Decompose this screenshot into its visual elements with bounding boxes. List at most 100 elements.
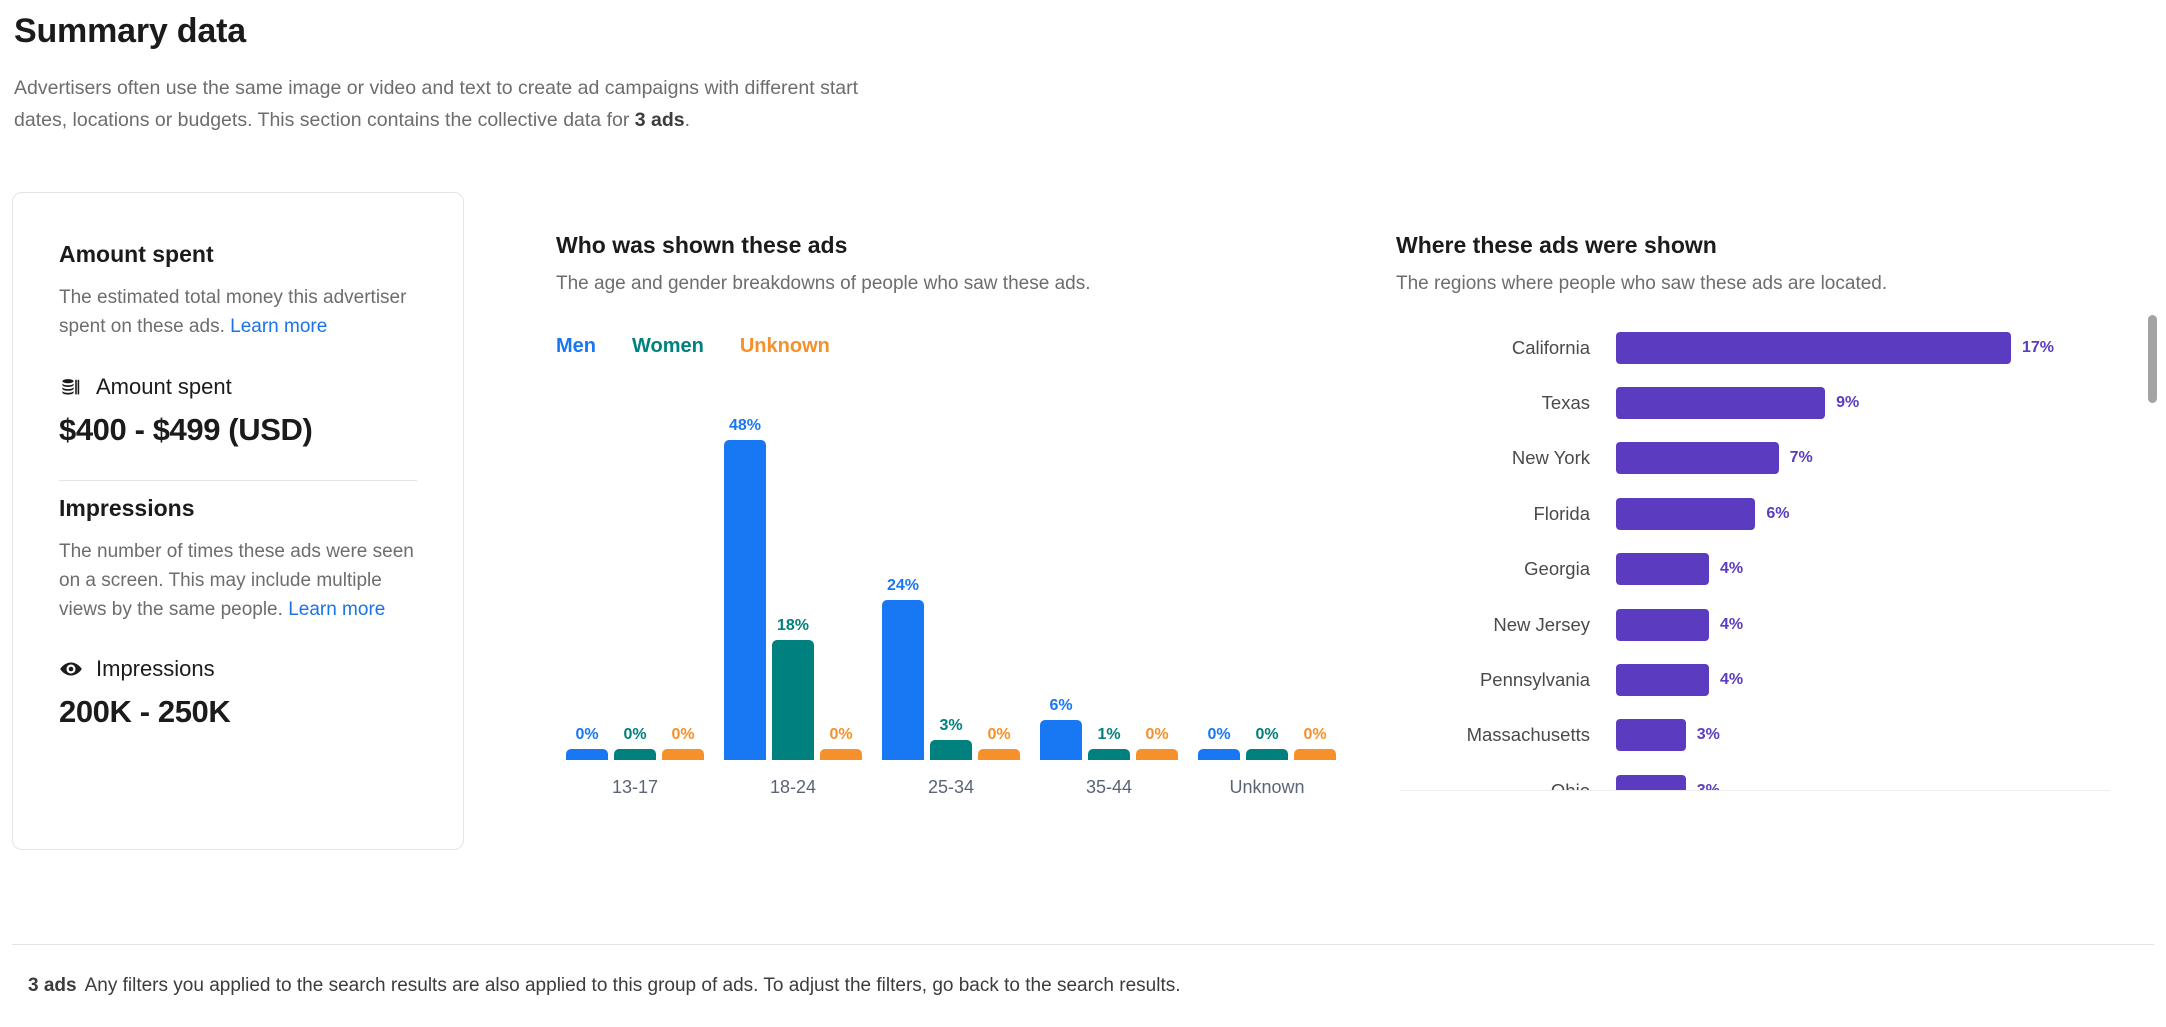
regions-scrollbar-thumb[interactable]: [2148, 315, 2157, 403]
bar-rect[interactable]: [662, 749, 704, 760]
region-percent: 9%: [1836, 394, 1860, 412]
audience-heading: Who was shown these ads: [556, 232, 848, 258]
bar-rect[interactable]: [614, 749, 656, 760]
bar-value-label: 0%: [1303, 726, 1327, 743]
region-row[interactable]: Texas 9%: [1396, 375, 2152, 430]
coins-icon: [59, 375, 83, 399]
bar-rect[interactable]: [978, 749, 1020, 760]
bar-men-18-24[interactable]: 48%: [724, 380, 766, 760]
bar-rect[interactable]: [882, 600, 924, 760]
region-bar[interactable]: [1616, 442, 1779, 475]
region-row[interactable]: Georgia 4%: [1396, 542, 2152, 597]
region-percent: 3%: [1696, 726, 1720, 744]
region-row[interactable]: Ohio 3%: [1396, 763, 2152, 790]
region-row[interactable]: Massachusetts 3%: [1396, 708, 2152, 763]
page-header: Summary data Advertisers often use the s…: [14, 12, 1014, 136]
region-row[interactable]: New Jersey 4%: [1396, 597, 2152, 652]
bar-men-25-34[interactable]: 24%: [882, 380, 924, 760]
bar-value-label: 0%: [1207, 726, 1231, 743]
amount-spent-description: The estimated total money this advertise…: [59, 284, 417, 342]
age-tick-13-17: 13-17: [611, 777, 659, 797]
region-name: Pennsylvania: [1479, 669, 1590, 691]
age-gender-bar-chart: 0% 0% 0% 48% 18% 0% 24% 3% 0% 6% 1% 0% 0% 0% 0% 13-17 1…: [556, 380, 1346, 800]
legend-item-men[interactable]: Men: [556, 335, 596, 358]
bar-rect[interactable]: [1294, 749, 1336, 760]
bar-rect[interactable]: [1088, 749, 1130, 760]
bar-group-35-44: 6% 1% 0%: [1030, 380, 1188, 760]
region-percent: 7%: [1789, 449, 1813, 467]
region-bar[interactable]: [1616, 387, 1826, 420]
region-percent: 17%: [2022, 338, 2055, 356]
age-tick-25-34: 25-34: [927, 777, 975, 797]
region-bar[interactable]: [1616, 608, 1709, 641]
bar-value-label: 0%: [829, 726, 853, 743]
region-bar[interactable]: [1616, 553, 1709, 586]
footer-note: Any filters you applied to the search re…: [84, 975, 1181, 996]
region-bar[interactable]: [1616, 719, 1686, 752]
impressions-learn-more-link[interactable]: Learn more: [288, 599, 385, 620]
region-bar[interactable]: [1616, 664, 1709, 697]
page-title: Summary data: [14, 12, 246, 50]
bar-unknown-35-44[interactable]: 0%: [1136, 380, 1178, 760]
bar-rect[interactable]: [1040, 720, 1082, 760]
page-description-text-1: Advertisers often use the same image or …: [14, 77, 859, 131]
region-row[interactable]: New York 7%: [1396, 431, 2152, 486]
impressions-metric-row: Impressions: [59, 656, 417, 682]
amount-spent-learn-more-link[interactable]: Learn more: [230, 316, 327, 337]
bar-rect[interactable]: [566, 749, 608, 760]
bar-value-label: 0%: [671, 726, 695, 743]
bar-value-label: 48%: [728, 417, 762, 434]
region-name: New York: [1511, 447, 1590, 469]
regions-heading: Where these ads were shown: [1396, 232, 1717, 258]
bar-group-25-34: 24% 3% 0%: [872, 380, 1030, 760]
region-row[interactable]: Pennsylvania 4%: [1396, 652, 2152, 707]
region-bar[interactable]: [1616, 331, 2011, 364]
bar-women-25-34[interactable]: 3%: [930, 380, 972, 760]
bar-men-35-44[interactable]: 6%: [1040, 380, 1082, 760]
bar-women-13-17[interactable]: 0%: [614, 380, 656, 760]
bar-unknown-18-24[interactable]: 0%: [820, 380, 862, 760]
legend-item-unknown[interactable]: Unknown: [740, 335, 830, 358]
bar-rect[interactable]: [930, 740, 972, 760]
bar-men-unknown[interactable]: 0%: [1198, 380, 1240, 760]
bar-value-label: 1%: [1097, 726, 1121, 743]
age-tick-35-44: 35-44: [1085, 777, 1133, 797]
bar-unknown-unknown[interactable]: 0%: [1294, 380, 1336, 760]
summary-data-page: Summary data Advertisers often use the s…: [0, 0, 2166, 1027]
bar-rect[interactable]: [772, 640, 814, 760]
age-tick-18-24: 18-24: [769, 777, 817, 797]
page-description-ad-count: 3 ads: [634, 108, 685, 131]
region-name: California: [1511, 336, 1590, 358]
region-name: Florida: [1533, 502, 1590, 524]
bar-group-18-24: 48% 18% 0%: [714, 380, 872, 760]
regions-list[interactable]: California 17% Texas 9% New York 7% Florida 6% G…: [1396, 320, 2152, 790]
impressions-metric-label: Impressions: [96, 656, 215, 682]
bar-rect[interactable]: [1198, 749, 1240, 760]
bar-rect[interactable]: [724, 440, 766, 760]
region-row[interactable]: Florida 6%: [1396, 486, 2152, 541]
audience-section-header: Who was shown these ads The age and gend…: [556, 232, 1346, 358]
amount-spent-heading: Amount spent: [59, 241, 214, 267]
region-bar[interactable]: [1616, 497, 1756, 530]
bar-unknown-25-34[interactable]: 0%: [978, 380, 1020, 760]
region-bar[interactable]: [1616, 774, 1686, 790]
gender-legend: Men Women Unknown: [556, 335, 1346, 358]
footer-ad-count: 3 ads: [28, 975, 77, 996]
bar-rect[interactable]: [820, 749, 862, 760]
region-percent: 4%: [1719, 560, 1744, 578]
bar-rect[interactable]: [1246, 749, 1288, 760]
bar-rect[interactable]: [1136, 749, 1178, 760]
region-name: New Jersey: [1493, 613, 1590, 635]
bar-women-unknown[interactable]: 0%: [1246, 380, 1288, 760]
legend-item-women[interactable]: Women: [632, 335, 704, 358]
region-name: Texas: [1541, 392, 1590, 414]
bar-women-18-24[interactable]: 18%: [772, 380, 814, 760]
bar-women-35-44[interactable]: 1%: [1088, 380, 1130, 760]
card-divider: [59, 479, 417, 481]
bar-unknown-13-17[interactable]: 0%: [662, 380, 704, 760]
bar-men-13-17[interactable]: 0%: [566, 380, 608, 760]
bar-value-label: 0%: [1145, 726, 1169, 743]
region-name: Ohio: [1396, 780, 1616, 790]
region-row[interactable]: California 17%: [1396, 320, 2152, 375]
eye-icon: [59, 657, 83, 681]
